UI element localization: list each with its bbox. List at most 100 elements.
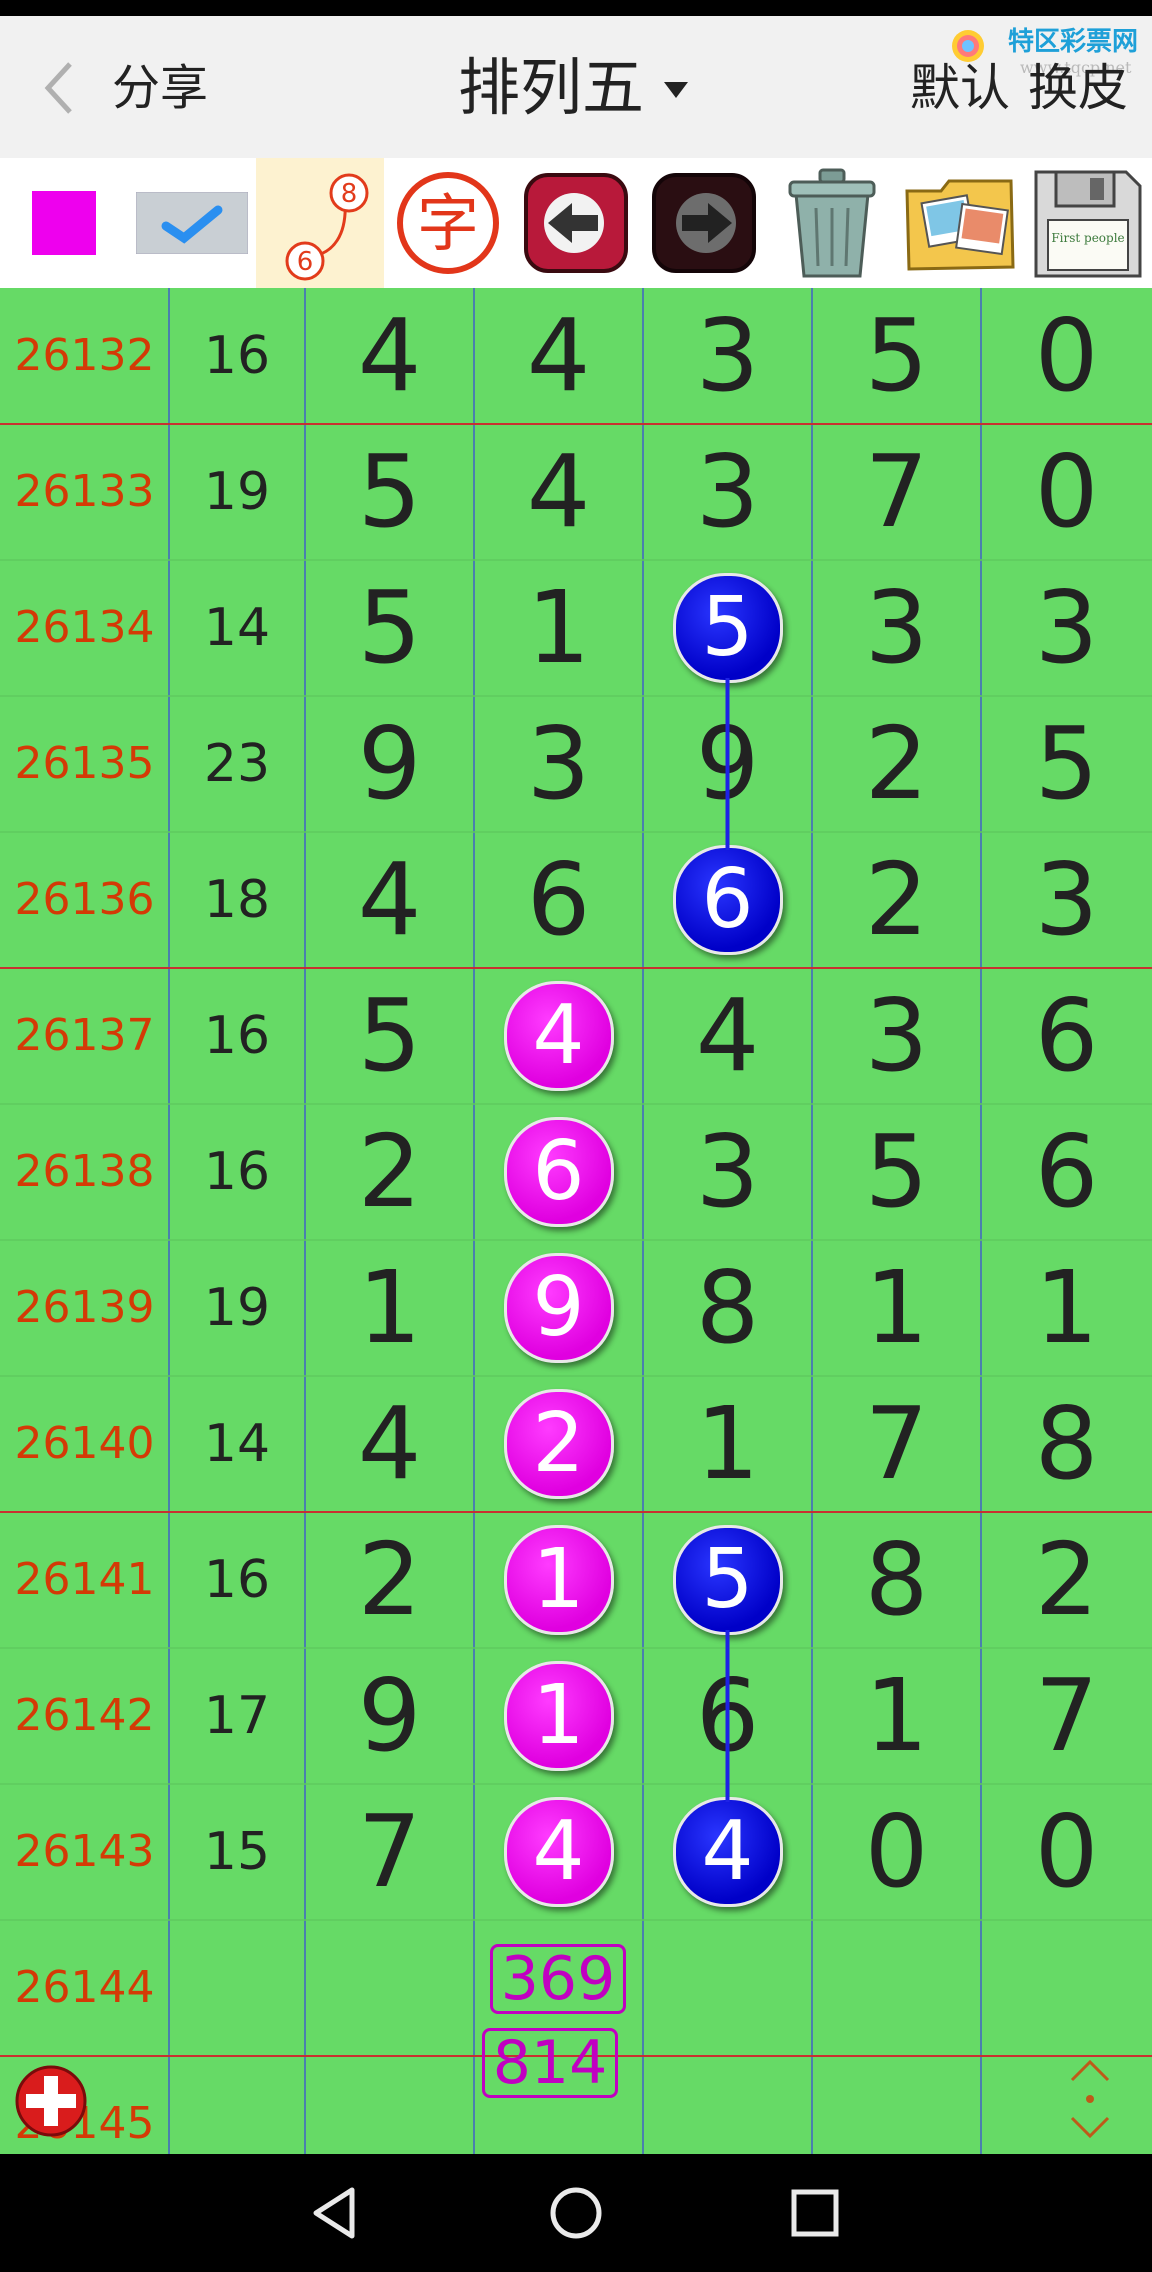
- digit-sum: 23: [203, 734, 271, 794]
- digit-cell[interactable]: 8: [812, 1512, 981, 1648]
- digit-cell[interactable]: 0: [981, 288, 1152, 424]
- digit-cell[interactable]: [305, 1920, 474, 2056]
- digit-sum: 15: [203, 1822, 271, 1882]
- digit-cell[interactable]: 9: [305, 1648, 474, 1784]
- digit-cell[interactable]: 7: [812, 1376, 981, 1512]
- lottery-title-dropdown[interactable]: 排列五: [458, 52, 644, 124]
- digit-cell[interactable]: [812, 2056, 981, 2154]
- digit-cell[interactable]: 1: [812, 1648, 981, 1784]
- digit-cell[interactable]: 5: [305, 560, 474, 696]
- digit-cell[interactable]: 5: [812, 288, 981, 424]
- digit-cell[interactable]: [812, 1920, 981, 2056]
- nav-recents-icon[interactable]: [780, 2178, 850, 2248]
- table-row: 26134 14 5 1 5 3 3: [0, 560, 1152, 696]
- table-row: 26132 16 4 4 3 5 0: [0, 288, 1152, 424]
- digit-cell[interactable]: 1: [474, 1512, 643, 1648]
- digit-cell[interactable]: 8: [643, 1240, 812, 1376]
- default-button[interactable]: 默认: [910, 58, 1010, 118]
- digit-cell[interactable]: 5: [812, 1104, 981, 1240]
- digit-sum: [169, 2056, 305, 2154]
- digit-cell[interactable]: 4: [643, 968, 812, 1104]
- digit-cell[interactable]: 3: [981, 832, 1152, 968]
- digit-cell[interactable]: 3: [643, 288, 812, 424]
- digit-cell[interactable]: 4: [474, 1784, 643, 1920]
- digit-cell[interactable]: 2: [305, 1512, 474, 1648]
- back-chevron-icon[interactable]: [40, 58, 80, 118]
- digit-cell[interactable]: 5: [981, 696, 1152, 832]
- digit-cell[interactable]: 1: [812, 1240, 981, 1376]
- table-row: 26136 18 4 6 6 2 3: [0, 832, 1152, 968]
- nav-home-icon[interactable]: [541, 2178, 611, 2248]
- digit-cell[interactable]: 4: [474, 424, 643, 560]
- digit-cell[interactable]: 1: [474, 1648, 643, 1784]
- add-plus-button[interactable]: [14, 2064, 88, 2138]
- scroll-arrows-icon[interactable]: [1062, 2054, 1118, 2144]
- digit-cell[interactable]: 3: [812, 560, 981, 696]
- digit-cell[interactable]: 3: [812, 968, 981, 1104]
- digit-cell[interactable]: 2: [812, 832, 981, 968]
- text-char-icon: 字: [397, 172, 499, 274]
- nav-back-icon[interactable]: [302, 2178, 372, 2248]
- digit-cell[interactable]: 3: [981, 560, 1152, 696]
- digit-cell[interactable]: 1: [305, 1240, 474, 1376]
- digit-cell[interactable]: 4: [474, 288, 643, 424]
- digit-cell[interactable]: [981, 1920, 1152, 2056]
- digit-cell[interactable]: 2: [305, 1104, 474, 1240]
- digit-cell[interactable]: 0: [981, 1784, 1152, 1920]
- digit-cell[interactable]: 6: [643, 832, 812, 968]
- issue-number: 26134: [14, 602, 155, 653]
- digit-cell[interactable]: 4: [643, 1784, 812, 1920]
- dropdown-caret-icon[interactable]: [664, 82, 688, 100]
- blue-highlight-ball: 4: [672, 1797, 783, 1907]
- digit-cell[interactable]: 9: [305, 696, 474, 832]
- digit-cell[interactable]: 5: [305, 424, 474, 560]
- digit-cell[interactable]: 2: [981, 1512, 1152, 1648]
- digit-cell[interactable]: 8: [981, 1376, 1152, 1512]
- digit-sum: 19: [203, 1278, 271, 1338]
- digit-sum: 17: [203, 1686, 271, 1746]
- digit-cell[interactable]: [643, 1920, 812, 2056]
- digit-cell[interactable]: 6: [981, 1104, 1152, 1240]
- digit-cell[interactable]: 1: [474, 560, 643, 696]
- digit-cell[interactable]: 6: [474, 1104, 643, 1240]
- text-tool-button[interactable]: 字: [384, 158, 512, 288]
- digit-cell[interactable]: 9: [474, 1240, 643, 1376]
- digit-cell[interactable]: 1: [981, 1240, 1152, 1376]
- digit-cell[interactable]: [305, 2056, 474, 2154]
- redo-arrow-button[interactable]: [640, 158, 768, 288]
- digit-cell[interactable]: 0: [812, 1784, 981, 1920]
- undo-arrow-button[interactable]: [512, 158, 640, 288]
- digit-cell[interactable]: 1: [643, 1376, 812, 1512]
- color-swatch-button[interactable]: [0, 158, 128, 288]
- digit-cell[interactable]: 4: [474, 968, 643, 1104]
- share-button[interactable]: 分享: [112, 58, 208, 118]
- check-button[interactable]: [128, 158, 256, 288]
- digit-cell[interactable]: 7: [981, 1648, 1152, 1784]
- digit-cell[interactable]: 3: [643, 1104, 812, 1240]
- digit-cell[interactable]: 2: [474, 1376, 643, 1512]
- trash-button[interactable]: [768, 158, 896, 288]
- digit-cell[interactable]: 6: [643, 1648, 812, 1784]
- digit-cell[interactable]: 6: [474, 832, 643, 968]
- digit-cell[interactable]: 7: [812, 424, 981, 560]
- digit-cell[interactable]: 3: [474, 696, 643, 832]
- digit-cell[interactable]: 2: [812, 696, 981, 832]
- photo-folder-button[interactable]: [896, 158, 1024, 288]
- digit-cell[interactable]: 4: [305, 832, 474, 968]
- change-skin-button[interactable]: 换皮: [1028, 58, 1128, 118]
- digit-cell[interactable]: 5: [643, 1512, 812, 1648]
- path-tool-button[interactable]: 8 6: [256, 158, 384, 288]
- digit-cell[interactable]: 3: [643, 424, 812, 560]
- digit-cell[interactable]: 9: [643, 696, 812, 832]
- digit-cell[interactable]: 4: [305, 1376, 474, 1512]
- digit-cell[interactable]: 6: [981, 968, 1152, 1104]
- save-disk-button[interactable]: First people: [1024, 158, 1152, 288]
- digit-cell[interactable]: 4: [305, 288, 474, 424]
- digit-sum: 16: [203, 1142, 271, 1202]
- digit-cell[interactable]: 5: [643, 560, 812, 696]
- digit-cell[interactable]: 0: [981, 424, 1152, 560]
- digit-cell[interactable]: [643, 2056, 812, 2154]
- digit-sum: 14: [203, 1414, 271, 1474]
- digit-cell[interactable]: 7: [305, 1784, 474, 1920]
- digit-cell[interactable]: 5: [305, 968, 474, 1104]
